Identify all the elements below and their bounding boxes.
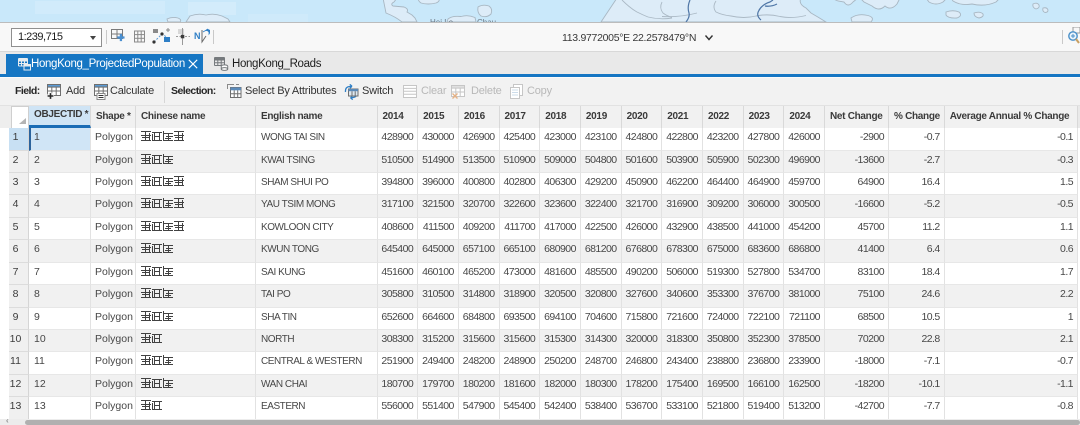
svg-text:N: N [194,31,201,41]
